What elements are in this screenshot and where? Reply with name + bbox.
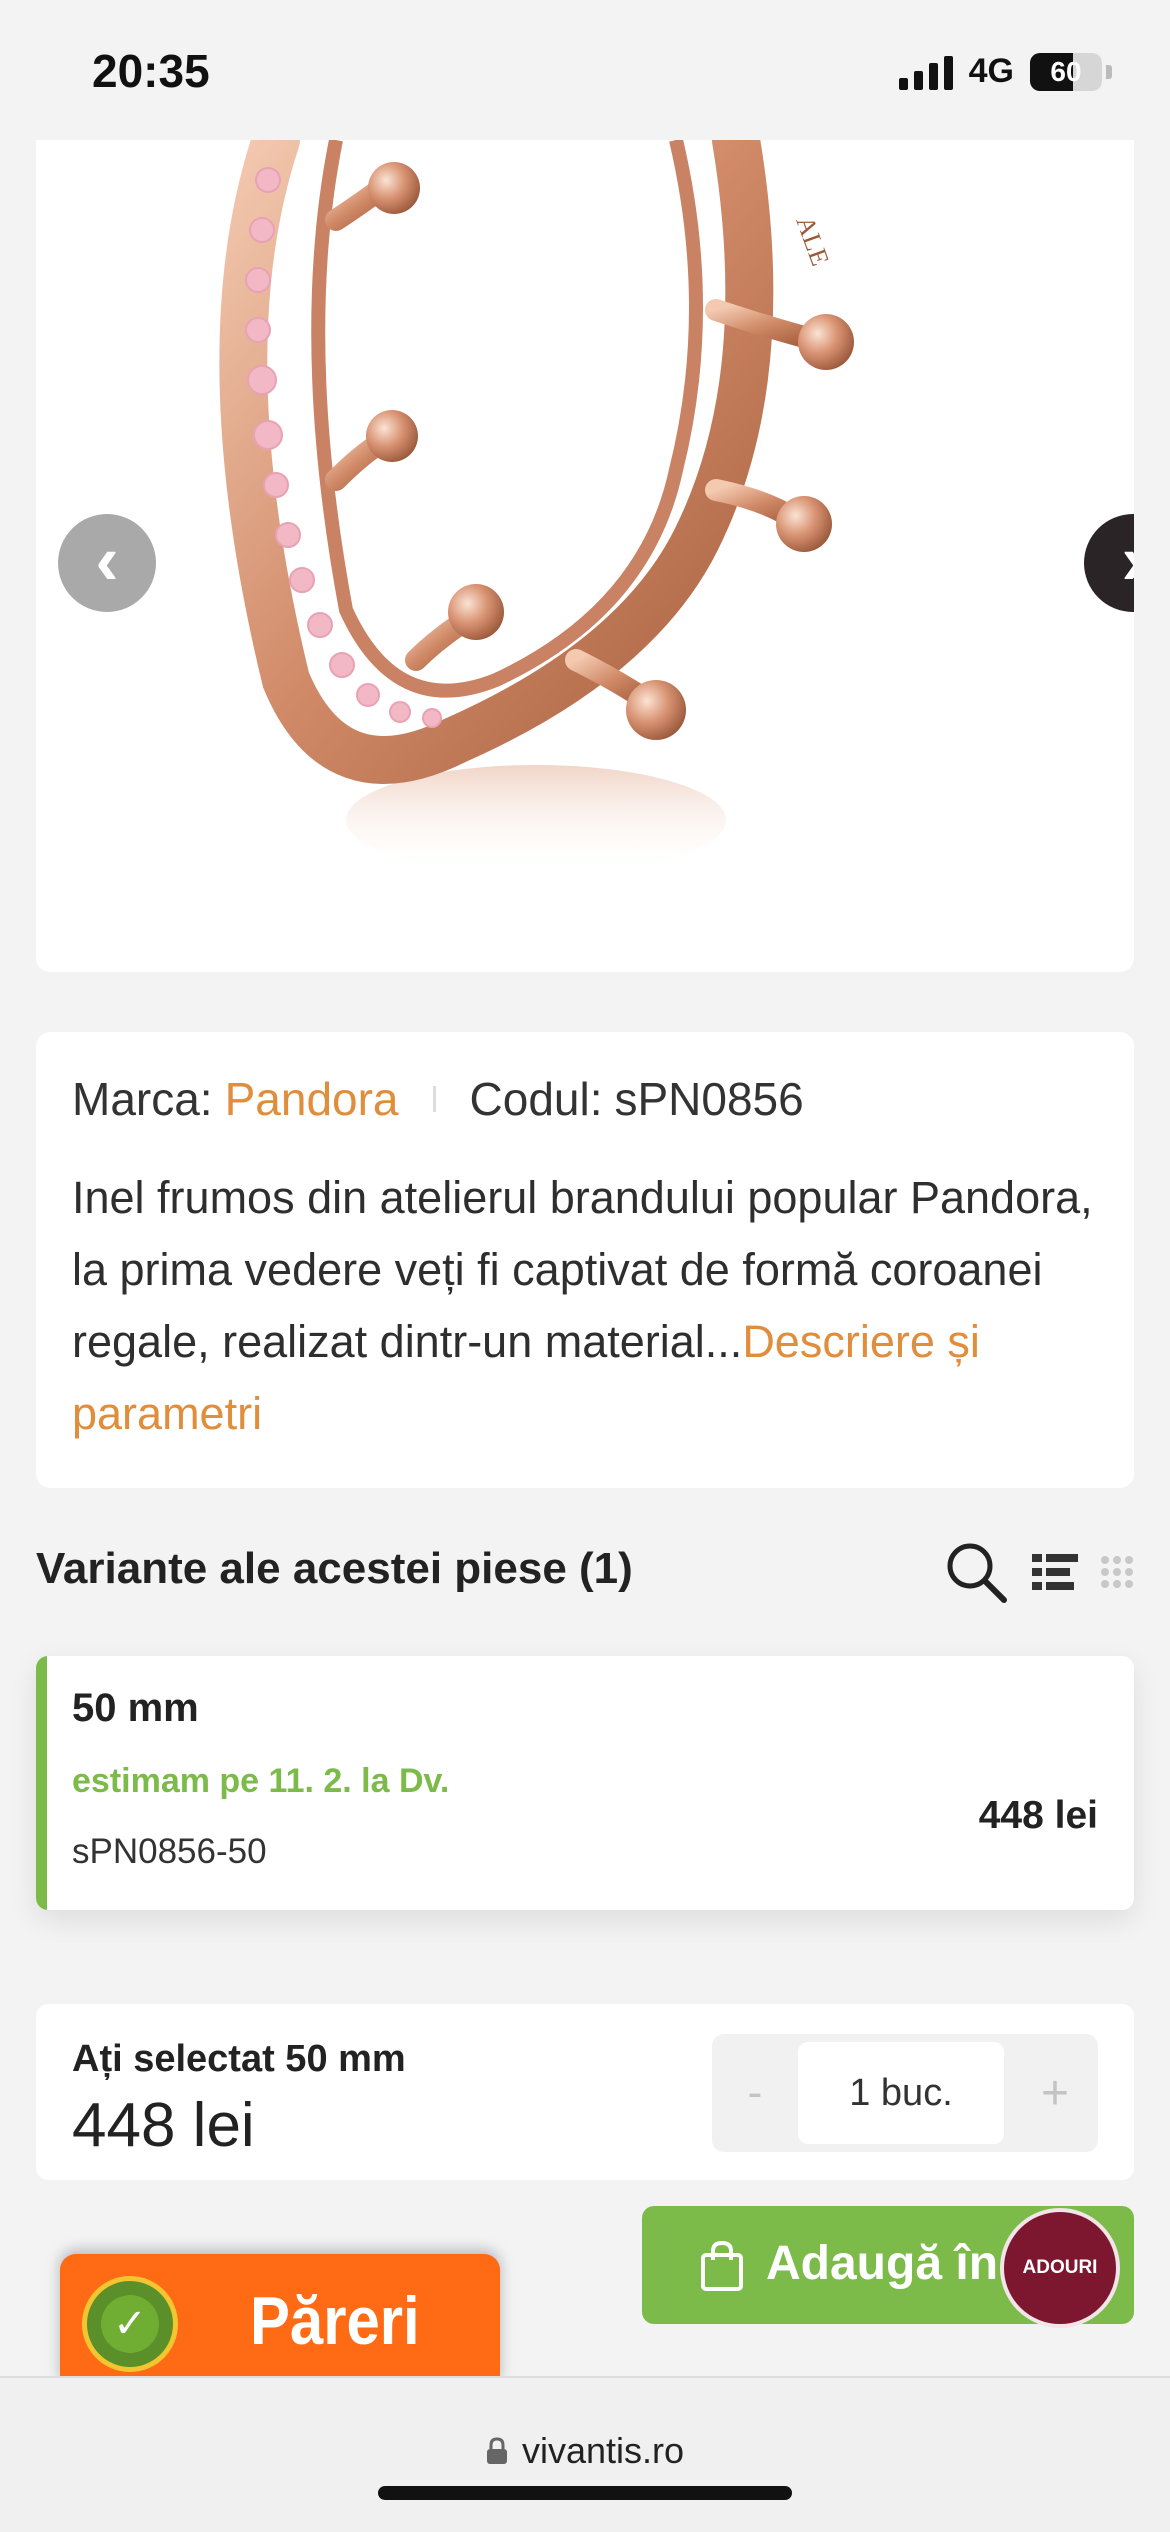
check-icon: ✓: [101, 2295, 159, 2353]
product-info-card: Marca: Pandora Codul: sPN0856 Inel frumo…: [36, 1032, 1134, 1488]
variants-header: Variante ale acestei piese (1): [36, 1540, 1134, 1604]
network-type: 4G: [968, 52, 1014, 90]
brand-label: Marca:: [72, 1073, 213, 1125]
meta-divider: [432, 1086, 436, 1112]
variant-price: 448 lei: [978, 1794, 1098, 1837]
list-view-icon[interactable]: [1032, 1554, 1078, 1590]
shopping-bag-icon: [701, 2240, 743, 2291]
search-icon[interactable]: [944, 1540, 1010, 1604]
variant-code: sPN0856-50: [72, 1832, 267, 1871]
home-indicator[interactable]: [378, 2486, 792, 2500]
variant-selected-indicator: [36, 1656, 47, 1910]
browser-address-bar[interactable]: vivantis.ro: [0, 2376, 1170, 2532]
battery-icon: 60: [1030, 52, 1102, 91]
status-bar: 20:35 4G 60: [0, 0, 1170, 140]
variant-delivery-estimate: estimam pe 11. 2. la Dv.: [72, 1762, 450, 1800]
url-text: vivantis.ro: [521, 2430, 685, 2471]
gallery-prev-button[interactable]: ‹: [58, 514, 156, 612]
promo-bubble[interactable]: ADOURI: [1000, 2208, 1120, 2328]
battery-level: 60: [1050, 55, 1082, 87]
battery-cap: [1106, 64, 1112, 79]
product-image: ALE: [219, 140, 854, 875]
selection-label: Ați selectat 50 mm: [72, 2038, 406, 2080]
brand-link[interactable]: Pandora: [225, 1072, 399, 1126]
status-icons: 4G 60: [898, 52, 1112, 91]
product-description: Inel frumos din atelierul brandului popu…: [72, 1162, 1102, 1450]
add-to-cart-label: Adaugă în: [766, 2237, 999, 2290]
chevron-left-icon: ‹: [95, 521, 119, 599]
product-meta: Marca: Pandora Codul: sPN0856: [72, 1072, 804, 1126]
code-label: Codul:: [469, 1073, 603, 1125]
variants-tools: [944, 1540, 1134, 1604]
promo-text: ADOURI: [1022, 2256, 1098, 2278]
reviews-tab[interactable]: ✓ Păreri: [60, 2254, 500, 2384]
variant-size: 50 mm: [72, 1686, 199, 1730]
lock-icon: [486, 2437, 507, 2464]
quantity-decrease-button[interactable]: -: [712, 2034, 798, 2152]
status-time: 20:35: [92, 45, 210, 97]
product-gallery[interactable]: ALE ‹ ›: [36, 140, 1134, 972]
trust-seal-icon: ✓: [82, 2276, 178, 2372]
svg-text:ALE: ALE: [790, 212, 835, 269]
product-code: sPN0856: [614, 1073, 804, 1125]
quantity-field[interactable]: 1 buc.: [798, 2042, 1004, 2144]
selection-summary: Ați selectat 50 mm 448 lei - 1 buc. +: [36, 2004, 1134, 2180]
selection-price: 448 lei: [72, 2091, 255, 2160]
reviews-label: Păreri: [250, 2283, 420, 2359]
quantity-stepper: - 1 buc. +: [712, 2034, 1098, 2152]
variants-title: Variante ale acestei piese (1): [36, 1544, 633, 1593]
url-display[interactable]: vivantis.ro: [0, 2430, 1170, 2472]
chevron-right-icon: ›: [1121, 525, 1134, 595]
variant-item[interactable]: 50 mm estimam pe 11. 2. la Dv. sPN0856-5…: [36, 1656, 1134, 1910]
grid-view-icon[interactable]: [1100, 1555, 1134, 1589]
signal-icon: [898, 54, 953, 90]
quantity-increase-button[interactable]: +: [1012, 2034, 1098, 2152]
